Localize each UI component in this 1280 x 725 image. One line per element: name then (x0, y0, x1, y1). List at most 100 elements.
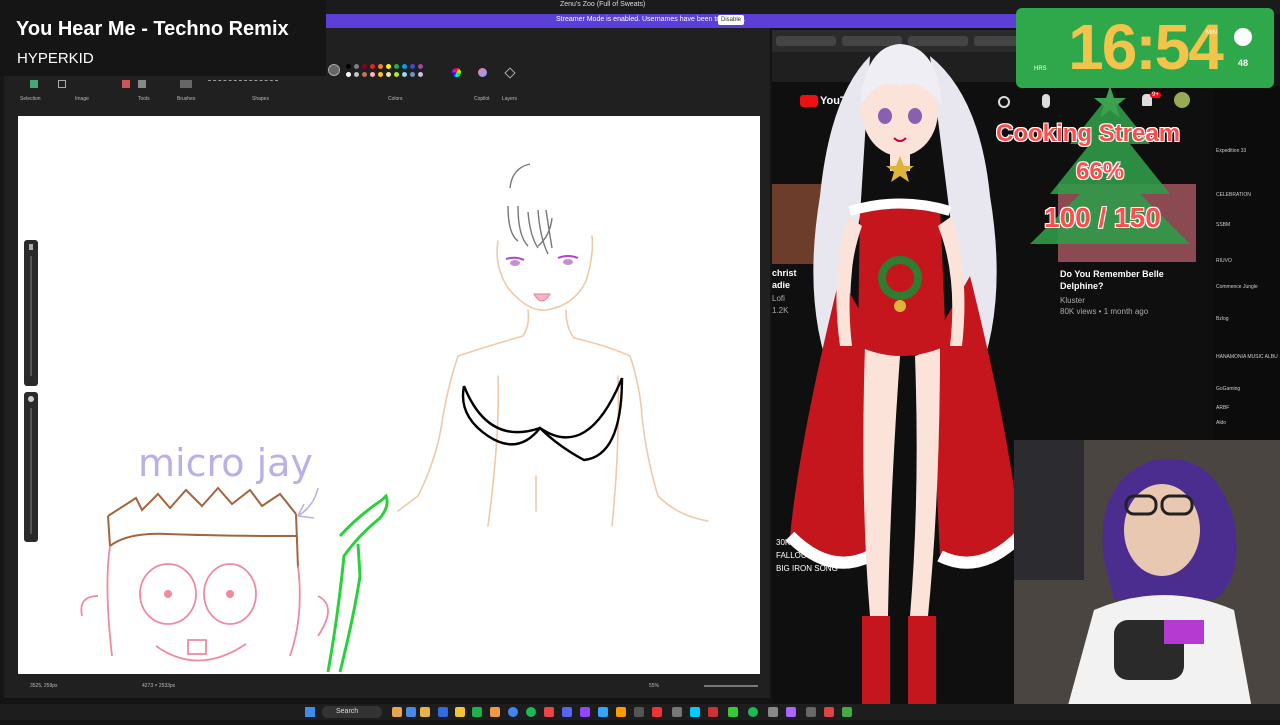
toolbar-tools-label: Tools (138, 96, 150, 102)
taskbar-app-icon[interactable] (420, 707, 430, 717)
zoom-slider[interactable] (704, 685, 758, 687)
cooking-goal-progress: 100 / 150 (1044, 202, 1161, 233)
toolbar-image-label: Image (75, 96, 89, 102)
slider-top-icon (29, 244, 33, 250)
chat-message: HANAMONIA MUSIC ALBU (1216, 354, 1278, 360)
chat-message: Aldo (1216, 420, 1227, 426)
pencil-icon[interactable] (122, 80, 130, 88)
cooking-goal-percent: 66% (1076, 158, 1125, 185)
windows-start-icon[interactable] (305, 707, 315, 717)
color-swatch[interactable] (394, 64, 399, 69)
webcam-feed (1014, 440, 1280, 720)
taskbar-app-icon[interactable] (598, 707, 608, 717)
taskbar-app-icon[interactable] (786, 707, 796, 717)
taskbar-app-icon[interactable] (472, 707, 482, 717)
color-swatch[interactable] (386, 72, 391, 77)
webcam-scene (1014, 440, 1280, 720)
color-swatch[interactable] (370, 72, 375, 77)
color-swatch[interactable] (410, 72, 415, 77)
toolbar-layers-label: Layers (502, 96, 518, 102)
window-title: Zenu's Zoo (Full of Sweats) (560, 1, 646, 8)
taskbar-app-icon[interactable] (728, 707, 738, 717)
color-swatch[interactable] (354, 72, 359, 77)
taskbar-app-icon[interactable] (748, 707, 758, 717)
toolbar-brushes-label: Brushes (177, 96, 196, 102)
taskbar-app-icon[interactable] (768, 707, 778, 717)
taskbar-app-icon[interactable] (806, 707, 816, 717)
vtuber-avatar (785, 44, 1025, 706)
clock-seconds-dial-icon (1234, 28, 1252, 46)
chat-message: RIUVO (1216, 258, 1232, 264)
color-swatch[interactable] (418, 64, 423, 69)
taskbar-app-icon[interactable] (406, 707, 416, 717)
tool-icons (30, 80, 290, 90)
clock-time: 16:54 (1068, 11, 1224, 83)
toolbar-copilot-label: Copilot (474, 96, 490, 102)
clock-hrs-label: HRS (1034, 66, 1047, 72)
color-swatch[interactable] (386, 64, 391, 69)
fill-icon[interactable] (138, 80, 146, 88)
color-swatch[interactable] (346, 64, 351, 69)
toolbar-colors-label: Colors (388, 96, 403, 102)
opacity-slider[interactable] (24, 392, 38, 542)
taskbar-app-icon[interactable] (508, 707, 518, 717)
current-color-swatch[interactable] (328, 64, 340, 76)
paint-canvas[interactable]: micro jay (18, 116, 760, 674)
video-right-channel: Kluster (1060, 296, 1085, 305)
taskbar-search-label[interactable]: Search (336, 708, 358, 715)
canvas-size: 4273 × 2533px (142, 683, 176, 689)
color-swatch[interactable] (402, 72, 407, 77)
taskbar-app-icon[interactable] (708, 707, 718, 717)
taskbar-app-icon[interactable] (455, 707, 465, 717)
song-title: You Hear Me - Techno Remix (16, 18, 289, 40)
color-swatch[interactable] (402, 64, 407, 69)
color-swatch[interactable] (410, 64, 415, 69)
color-swatch[interactable] (394, 72, 399, 77)
copilot-icon[interactable] (478, 68, 487, 77)
taskbar-app-icon[interactable] (690, 707, 700, 717)
toolbar-selection-label: Selection (20, 96, 41, 102)
clock-widget: 16:54 HRS MIN 48 (1016, 8, 1274, 88)
taskbar-app-icon[interactable] (842, 707, 852, 717)
color-swatch[interactable] (362, 72, 367, 77)
chat-message: SSBM (1216, 222, 1231, 228)
taskbar-app-icon[interactable] (824, 707, 834, 717)
taskbar-app-icon[interactable] (616, 707, 626, 717)
clock-min-label: MIN (1206, 30, 1217, 36)
color-picker-icon[interactable] (452, 68, 461, 77)
taskbar-app-icon[interactable] (652, 707, 662, 717)
color-swatch[interactable] (378, 64, 383, 69)
color-swatch[interactable] (370, 64, 375, 69)
taskbar-app-icon[interactable] (544, 707, 554, 717)
taskbar-app-icon[interactable] (562, 707, 572, 717)
slider-top-icon (28, 396, 34, 402)
video-right-title[interactable]: Do You Remember Belle Delphine? (1060, 268, 1200, 292)
song-artist: HYPERKID (17, 50, 94, 67)
brush-size-slider[interactable] (24, 240, 38, 386)
canvas-drawing: micro jay (80, 163, 709, 673)
zoom-level[interactable]: 55% (649, 683, 659, 689)
chat-message: Bzlog (1216, 316, 1229, 322)
select-tool-icon[interactable] (30, 80, 38, 88)
disable-button[interactable]: Disable (718, 15, 744, 25)
taskbar-app-icon[interactable] (526, 707, 536, 717)
chat-message: Commence Jungle (1216, 284, 1258, 290)
shapes-icon[interactable] (208, 80, 278, 88)
taskbar-app-icon[interactable] (392, 707, 402, 717)
color-swatch[interactable] (378, 72, 383, 77)
slider-track (30, 256, 32, 376)
taskbar-app-icon[interactable] (634, 707, 644, 717)
color-swatch[interactable] (346, 72, 351, 77)
taskbar-app-icon[interactable] (672, 707, 682, 717)
taskbar-app-icon[interactable] (438, 707, 448, 717)
clock-seconds: 48 (1238, 58, 1249, 68)
color-swatch[interactable] (362, 64, 367, 69)
color-swatch[interactable] (418, 72, 423, 77)
taskbar-app-icon[interactable] (580, 707, 590, 717)
color-swatch[interactable] (354, 64, 359, 69)
brush-icon[interactable] (180, 80, 192, 88)
image-tool-icon[interactable] (58, 80, 66, 88)
slider-track (30, 408, 32, 534)
chat-message: Expedition 33 (1216, 148, 1247, 154)
taskbar-app-icon[interactable] (490, 707, 500, 717)
